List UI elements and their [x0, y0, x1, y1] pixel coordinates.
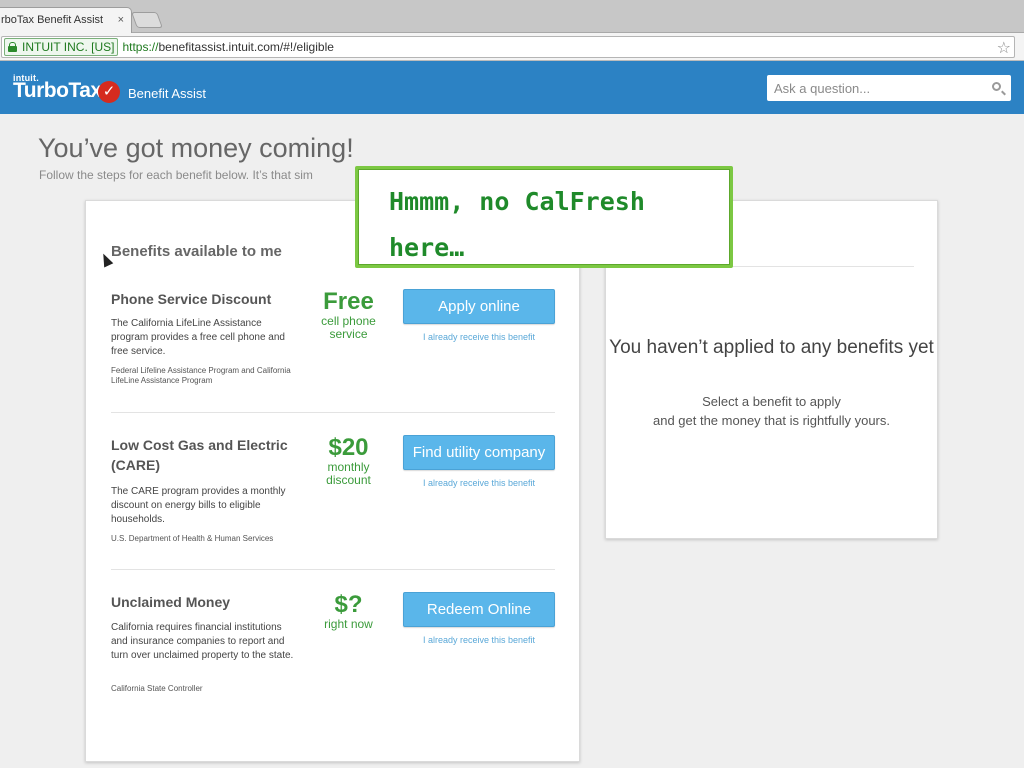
benefits-section-title: Benefits available to me [111, 243, 282, 260]
tab-close-icon[interactable]: × [118, 8, 124, 33]
benefit-amount-value: $20 [328, 434, 369, 461]
search-box [767, 75, 1011, 101]
benefit-description: California requires financial institutio… [111, 622, 294, 661]
empty-state-line: Select a benefit to apply [702, 394, 841, 409]
redeem-online-button[interactable]: Redeem Online [403, 592, 555, 627]
benefit-amount-detail: cell phone service [321, 314, 376, 341]
url-path: benefitassist.intuit.com/#!/eligible [158, 40, 334, 54]
benefits-card: Benefits available to me Phone Service D… [85, 200, 580, 762]
benefit-description: The CARE program provides a monthly disc… [111, 486, 286, 525]
ev-certificate-label: INTUIT INC. [US] [22, 40, 115, 54]
browser-tab-title: rboTax Benefit Assist [1, 14, 104, 26]
browser-tab[interactable]: rboTax Benefit Assist × [0, 7, 132, 33]
benefit-source: U.S. Department of Health & Human Servic… [111, 534, 274, 543]
benefit-source: Federal Lifeline Assistance Program and … [111, 366, 291, 385]
turbotax-logo[interactable]: TurboTax [13, 79, 102, 103]
already-receive-link[interactable]: I already receive this benefit [403, 478, 555, 488]
already-receive-link[interactable]: I already receive this benefit [403, 635, 555, 645]
benefit-amount-value: Free [323, 288, 374, 315]
benefit-divider [111, 569, 555, 570]
benefit-item: Low Cost Gas and Electric (CARE) The CAR… [111, 435, 556, 555]
benefit-amount: $20 monthly discount [306, 435, 391, 487]
benefit-item: Phone Service Discount The California Li… [111, 289, 556, 409]
search-icon[interactable] [992, 82, 1001, 91]
find-utility-company-button[interactable]: Find utility company [403, 435, 555, 470]
bookmark-star-icon[interactable]: ☆ [997, 38, 1011, 58]
benefit-source: California State Controller [111, 684, 203, 693]
site-header: intuit. TurboTax ✓ Benefit Assist [0, 61, 1024, 114]
empty-state-title: You haven’t applied to any benefits yet [609, 337, 934, 358]
benefit-name: Phone Service Discount [111, 291, 272, 307]
empty-state-line: and get the money that is rightfully you… [652, 413, 890, 428]
benefit-amount-detail: right now [324, 617, 373, 631]
already-receive-link[interactable]: I already receive this benefit [403, 332, 555, 342]
page-title: You’ve got money coming! [38, 133, 354, 163]
search-input[interactable] [767, 75, 977, 101]
ev-certificate-badge[interactable]: INTUIT INC. [US] [4, 38, 119, 56]
browser-toolbar: INTUIT INC. [US] https://benefitassist.i… [0, 33, 1024, 61]
benefit-description: The California LifeLine Assistance progr… [111, 318, 285, 357]
empty-state-message: Select a benefit to apply and get the mo… [606, 392, 937, 430]
benefit-item: Unclaimed Money California requires fina… [111, 592, 556, 712]
benefit-amount-value: $? [334, 591, 363, 618]
benefit-amount: Free cell phone service [306, 289, 391, 341]
benefit-divider [111, 412, 555, 413]
benefit-name: Unclaimed Money [111, 594, 231, 610]
apply-online-button[interactable]: Apply online [403, 289, 555, 324]
url-scheme: https:// [122, 40, 159, 54]
page-subtitle: Follow the steps for each benefit below.… [39, 168, 313, 182]
product-name: Benefit Assist [128, 86, 207, 101]
benefit-amount: $? right now [306, 592, 391, 631]
browser-tab-strip: rboTax Benefit Assist × [0, 0, 1024, 33]
benefit-amount-detail: monthly discount [326, 460, 371, 487]
new-tab-button[interactable] [131, 12, 163, 28]
benefit-name: Low Cost Gas and Electric (CARE) [111, 437, 288, 473]
checkmark-logo-icon: ✓ [98, 81, 120, 103]
annotation-callout: Hmmm, no CalFresh here… [355, 166, 733, 268]
url-text: https://benefitassist.intuit.com/#!/elig… [122, 40, 333, 54]
lock-icon [8, 42, 17, 52]
address-bar[interactable]: INTUIT INC. [US] https://benefitassist.i… [1, 36, 1015, 58]
annotation-text: Hmmm, no CalFresh here… [389, 187, 645, 262]
